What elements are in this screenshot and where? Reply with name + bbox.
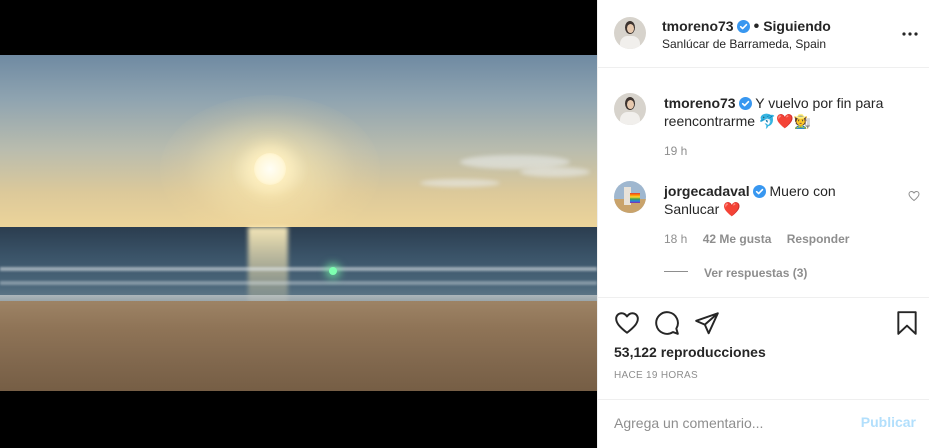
comment-input[interactable] — [614, 412, 844, 434]
more-options-button[interactable] — [900, 24, 920, 44]
video-player[interactable] — [0, 55, 597, 391]
lens-flare — [329, 267, 337, 275]
comment-text-row: jorgecadaval Muero con Sanlucar ❤️ — [664, 182, 892, 218]
more-horizontal-icon — [902, 32, 918, 36]
views-count[interactable]: 53,122 reproducciones — [614, 344, 766, 360]
post-media[interactable] — [0, 0, 597, 448]
comment-time[interactable]: 18 h — [664, 232, 687, 246]
add-comment-bar: Publicar — [598, 399, 929, 448]
separator-dot: • — [753, 18, 760, 35]
bookmark-icon[interactable] — [894, 310, 920, 336]
cloud — [520, 167, 590, 177]
commenter-avatar[interactable] — [614, 181, 646, 213]
author-avatar[interactable] — [614, 17, 646, 49]
comment-likes-count[interactable]: 42 Me gusta — [703, 232, 772, 246]
share-icon[interactable] — [694, 310, 720, 336]
sun — [254, 153, 286, 185]
heart-icon[interactable] — [614, 310, 640, 336]
caption-text-row: tmoreno73 Y vuelvo por fin para reencont… — [664, 94, 912, 130]
caption-time[interactable]: 19 h — [664, 144, 687, 158]
wave — [0, 267, 597, 271]
post-actions: 53,122 reproducciones HACE 19 HORAS — [598, 297, 929, 399]
caption-username[interactable]: tmoreno73 — [664, 95, 736, 111]
header-title-row: tmoreno73 • Siguiendo — [662, 18, 831, 36]
comment-like-heart-icon[interactable] — [908, 190, 920, 202]
post-timestamp[interactable]: HACE 19 HORAS — [614, 370, 698, 381]
author-username[interactable]: tmoreno73 — [662, 18, 734, 34]
verified-badge-icon — [738, 97, 752, 110]
post-location[interactable]: Sanlúcar de Barrameda, Spain — [662, 37, 826, 51]
verified-badge-icon — [752, 185, 766, 198]
replies-line — [664, 271, 688, 272]
cloud — [420, 179, 500, 187]
verified-badge-icon — [736, 20, 750, 33]
post-sidebar: tmoreno73 • Siguiendo Sanlúcar de Barramed… — [597, 0, 929, 448]
caption-avatar[interactable] — [614, 93, 646, 125]
wave — [0, 281, 597, 285]
reply-button[interactable]: Responder — [787, 232, 850, 246]
following-button[interactable]: Siguiendo — [763, 18, 831, 34]
sand-image-region — [0, 301, 597, 391]
comment-username[interactable]: jorgecadaval — [664, 183, 750, 199]
view-replies-button[interactable]: Ver respuestas (3) — [704, 266, 807, 280]
publish-button[interactable]: Publicar — [861, 414, 916, 430]
comment-meta-row: 18 h 42 Me gusta Responder — [664, 232, 849, 246]
comment-icon[interactable] — [654, 310, 680, 336]
post-header: tmoreno73 • Siguiendo Sanlúcar de Barramed… — [598, 0, 929, 68]
